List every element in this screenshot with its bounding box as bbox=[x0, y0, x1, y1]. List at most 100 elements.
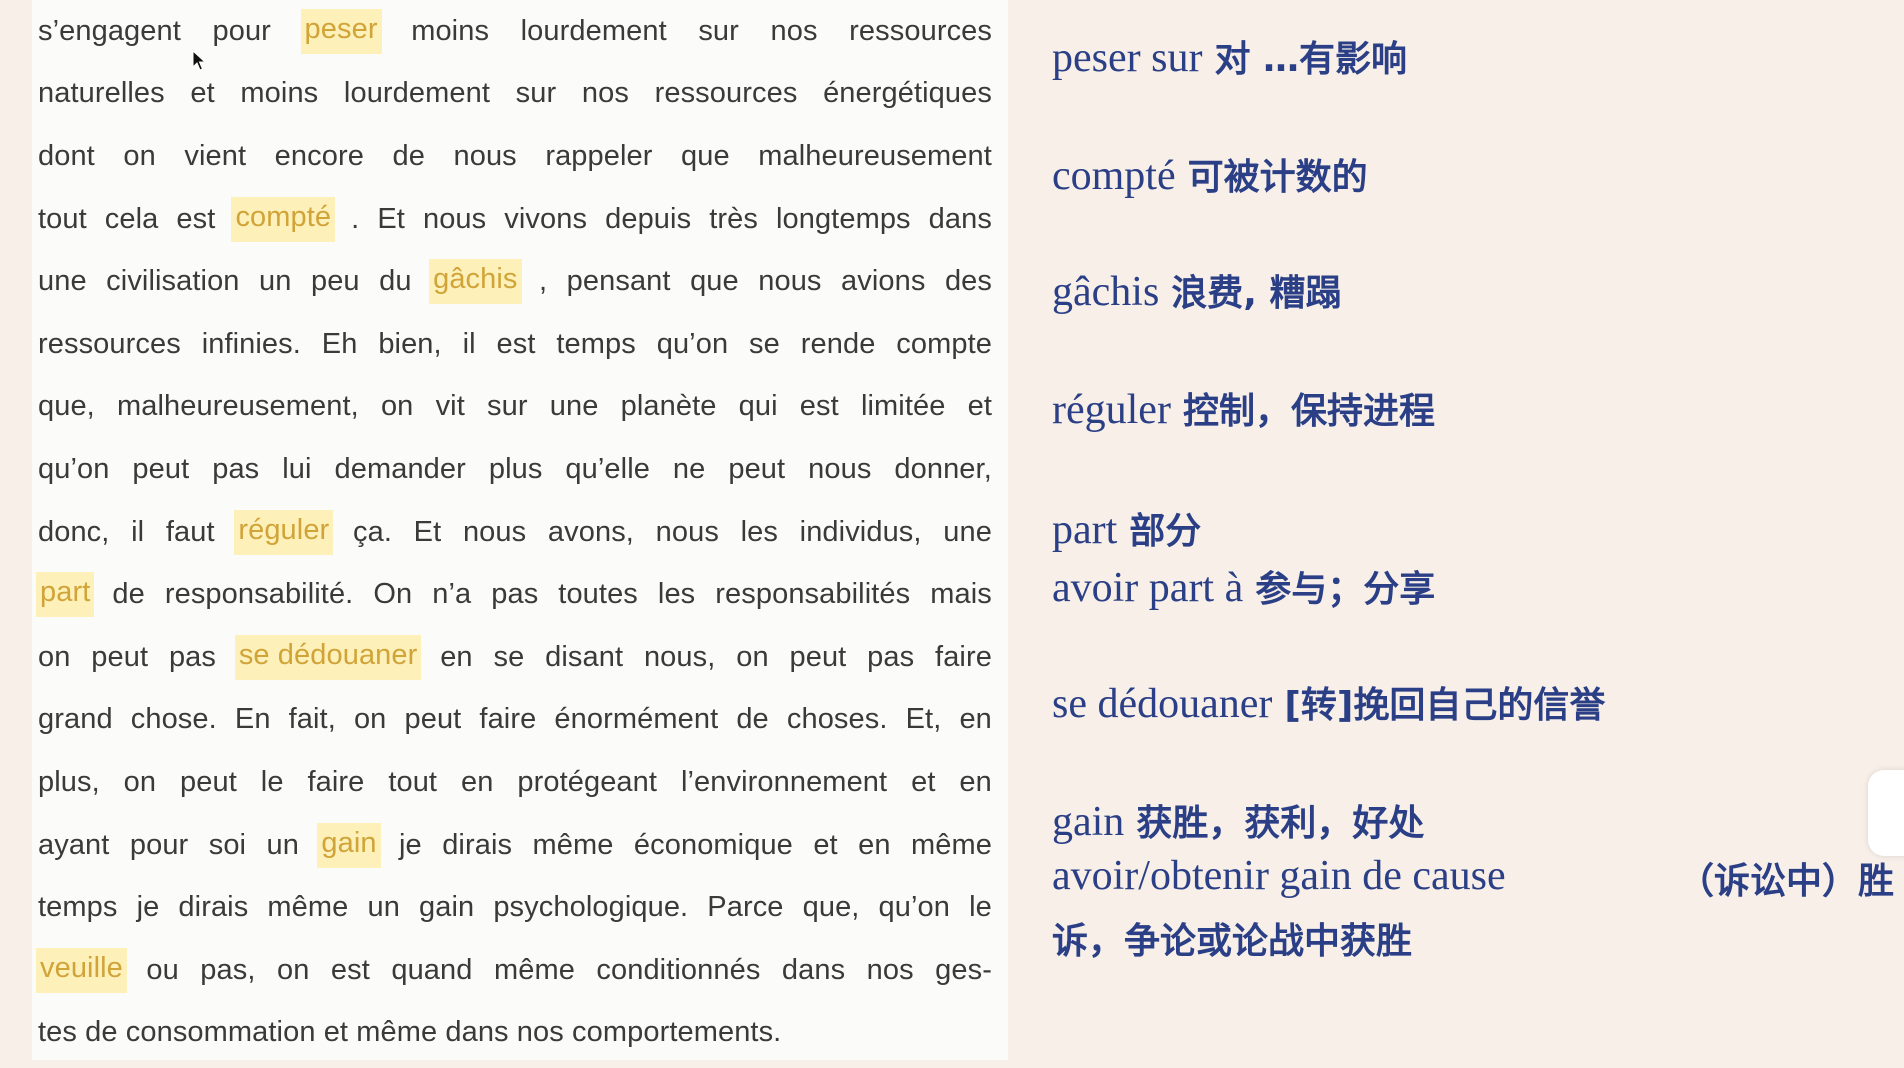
text-word: en bbox=[440, 640, 473, 673]
vocab-chinese: 诉，争论或论战中获胜 bbox=[1052, 921, 1413, 962]
vocab-french: avoir/obtenir gain de cause bbox=[1052, 853, 1506, 899]
text-word: même bbox=[532, 828, 614, 861]
text-word: protégeant bbox=[517, 765, 658, 798]
vocab-chinese: 对 …有影响 bbox=[1214, 39, 1407, 80]
text-word: conditionnés bbox=[596, 953, 761, 986]
text-line: tout cela est compté. Et nous vivons depuis très… bbox=[38, 188, 992, 251]
text-word: tout bbox=[388, 765, 438, 798]
text-word: on bbox=[353, 703, 387, 736]
vocab-chinese: 参与；分享 bbox=[1255, 569, 1436, 610]
text-word: donner, bbox=[894, 452, 992, 485]
text-word: responsabilité. bbox=[164, 578, 354, 611]
text-line: veuille ou pas, on est quand même conditionnés d… bbox=[36, 939, 992, 1002]
text-word: bien, bbox=[378, 327, 442, 360]
text-word: se bbox=[493, 640, 525, 673]
vocab-french: part bbox=[1052, 507, 1118, 553]
text-word: avons, bbox=[547, 515, 634, 548]
text-line: donc, il faut réguler ça. Et nous avons, nous les… bbox=[38, 501, 992, 564]
text-word: chose. bbox=[130, 703, 217, 736]
text-word: ressources bbox=[654, 77, 798, 110]
text-word: est bbox=[496, 327, 536, 360]
text-word: ressources bbox=[849, 14, 992, 47]
text-line: temps je dirais même un gain psychologique. Par… bbox=[38, 876, 992, 939]
text-word: dans bbox=[781, 953, 846, 986]
text-word: tout bbox=[38, 202, 87, 235]
text-word: compte bbox=[896, 327, 992, 360]
vocab-french: réguler bbox=[1052, 387, 1171, 433]
text-word: il bbox=[131, 515, 145, 548]
text-word: rende bbox=[800, 327, 876, 360]
text-word: ou bbox=[146, 953, 179, 986]
text-word: depuis bbox=[605, 202, 692, 235]
text-word: que, bbox=[802, 891, 860, 924]
text-word: moins bbox=[240, 77, 319, 110]
text-word: on bbox=[38, 640, 71, 673]
text-word: est bbox=[799, 390, 839, 423]
text-word: malheureusement bbox=[758, 139, 992, 172]
text-word: même bbox=[493, 953, 575, 986]
text-word: s’engagent bbox=[38, 14, 181, 47]
highlighted-term: gâchis bbox=[429, 259, 522, 305]
text-word: un bbox=[259, 265, 292, 298]
vocab-french: avoir part à bbox=[1052, 565, 1244, 611]
text-word: en bbox=[959, 703, 992, 736]
text-word: infinies. bbox=[201, 327, 301, 360]
french-text-panel: s’engagent pour peser moins lourdement sur nos… bbox=[32, 0, 1008, 1060]
text-word: cela bbox=[104, 202, 159, 235]
text-word: on bbox=[123, 765, 157, 798]
text-word: naturelles bbox=[38, 77, 165, 110]
text-word: de bbox=[736, 703, 769, 736]
vocab-entry-gain: gain 获胜，获利，好处 bbox=[1052, 794, 1424, 846]
text-word: limitée bbox=[860, 390, 946, 423]
text-word: pas bbox=[212, 452, 260, 485]
text-word: faire bbox=[479, 703, 537, 736]
text-word: que bbox=[690, 265, 739, 298]
text-word: il bbox=[462, 327, 476, 360]
text-word: Parce bbox=[707, 891, 784, 924]
highlighted-term: se dédouaner bbox=[234, 634, 422, 680]
text-word: énergétiques bbox=[823, 77, 992, 110]
text-word: nous bbox=[808, 452, 872, 485]
text-word: en bbox=[959, 765, 992, 798]
text-word: on bbox=[736, 640, 769, 673]
text-word: une bbox=[943, 515, 992, 548]
text-word: de bbox=[112, 578, 145, 611]
text-word: nous bbox=[422, 202, 487, 235]
text-word: qui bbox=[738, 390, 778, 423]
side-floating-widget[interactable] bbox=[1868, 770, 1904, 856]
vocab-chinese: [转]挽回自己的信誉 bbox=[1284, 685, 1606, 726]
text-word: et bbox=[911, 765, 936, 798]
vocab-entry-gain-de-cause: avoir/obtenir gain de cause （诉讼中）胜 bbox=[1052, 852, 1894, 904]
text-word: nous bbox=[655, 515, 719, 548]
vocab-entry-se-dedouaner: se dédouaner [转]挽回自己的信誉 bbox=[1052, 676, 1605, 728]
text-word: faire bbox=[935, 640, 992, 673]
text-word: une bbox=[38, 265, 87, 298]
highlighted-term: peser bbox=[300, 8, 382, 54]
text-word: très bbox=[709, 202, 758, 235]
text-word: énormément bbox=[554, 703, 719, 736]
text-line: que, malheureusement, on vit sur une planète qu… bbox=[38, 376, 992, 439]
text-line: on peut pas se dédouaner en se disant nous, on pe… bbox=[38, 626, 992, 689]
text-word: pour bbox=[129, 828, 189, 861]
text-word: un bbox=[266, 828, 299, 861]
text-word: nous bbox=[462, 515, 527, 548]
text-word: peut bbox=[180, 765, 237, 798]
text-word: pour bbox=[212, 14, 271, 47]
text-word: dirais bbox=[178, 891, 249, 924]
text-word: avions bbox=[841, 265, 926, 298]
text-word: soi bbox=[208, 828, 247, 861]
text-word: temps bbox=[556, 327, 636, 360]
text-word: je bbox=[136, 891, 160, 924]
text-word: que bbox=[681, 139, 730, 172]
text-line: naturelles et moins lourdement sur nos ressour… bbox=[38, 63, 992, 126]
text-word: civilisation bbox=[106, 265, 240, 298]
text-word: je bbox=[399, 828, 422, 861]
text-word: donc, bbox=[38, 515, 110, 548]
vocabulary-panel: peser sur 对 …有影响 compté 可被计数的 gâchis 浪费, 糟蹋… bbox=[1052, 0, 1904, 1068]
text-word: nous, bbox=[643, 640, 716, 673]
text-word: ne bbox=[672, 452, 706, 485]
text-word: et bbox=[190, 77, 215, 110]
text-line-last: tes de consommation et même dans nos com… bbox=[38, 1002, 992, 1065]
text-word: et bbox=[813, 828, 838, 861]
text-word: demander bbox=[334, 452, 466, 485]
